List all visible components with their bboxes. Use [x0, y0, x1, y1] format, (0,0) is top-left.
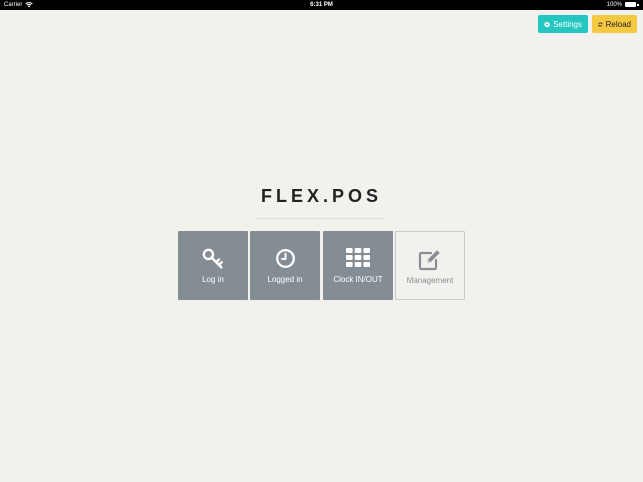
edit-icon: [418, 250, 440, 271]
reload-label: Reload: [605, 19, 631, 29]
gear-icon: [544, 20, 551, 27]
logged-in-tile[interactable]: Logged in: [250, 231, 320, 300]
battery-icon: [625, 2, 639, 8]
key-icon: [202, 248, 223, 269]
status-bar: Carrier 6:31 PM 100%: [0, 0, 643, 10]
settings-button[interactable]: Settings: [538, 15, 588, 33]
status-time: 6:31 PM: [310, 2, 333, 8]
battery-label: 100%: [606, 2, 622, 8]
settings-label: Settings: [553, 19, 582, 29]
clock-in-out-tile[interactable]: Clock IN/OUT: [323, 231, 393, 300]
status-right: 100%: [607, 0, 639, 10]
clock-icon: [275, 249, 295, 268]
login-tile[interactable]: Log in: [178, 231, 248, 300]
management-tile-label: Management: [406, 276, 454, 285]
management-tile[interactable]: Management: [395, 231, 465, 300]
clock-in-out-tile-label: Clock IN/OUT: [333, 275, 383, 284]
grid-icon: [346, 248, 370, 267]
login-tile-label: Log in: [202, 275, 224, 284]
app-title: FLEX.POS: [260, 186, 382, 206]
logged-in-tile-label: Logged in: [267, 275, 303, 284]
reload-button[interactable]: Reload: [592, 15, 637, 33]
title-divider: [256, 218, 385, 219]
refresh-icon: [598, 21, 603, 27]
